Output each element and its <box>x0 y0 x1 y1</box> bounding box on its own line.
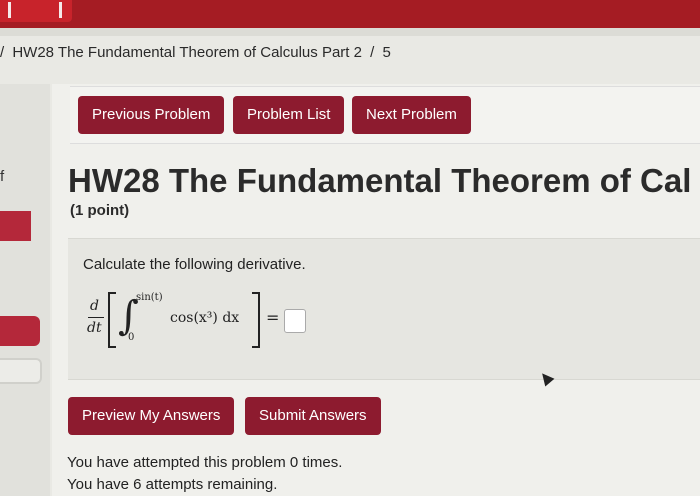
top-bar <box>0 0 700 28</box>
right-bracket <box>252 292 260 348</box>
fraction-bar <box>88 317 104 318</box>
sidebar-button-outline[interactable] <box>0 358 42 384</box>
upper-limit: sin(t) <box>136 292 163 303</box>
sidebar-letter: f <box>0 168 5 185</box>
math-dt: dt <box>87 320 102 336</box>
breadcrumb-problem-number: 5 <box>382 44 391 61</box>
attempts-made-text: You have attempted this problem 0 times. <box>67 454 343 471</box>
top-bar-gap <box>0 28 700 36</box>
university-logo[interactable] <box>0 0 72 22</box>
integrand: cos(x³) dx <box>170 310 240 326</box>
sidebar <box>0 84 50 496</box>
preview-answers-button[interactable]: Preview My Answers <box>68 397 235 435</box>
math-d: d <box>90 298 99 314</box>
derivative-expression: d dt ∫ sin(t) 0 cos(x³) dx = <box>86 292 286 352</box>
equals-sign: = <box>266 308 280 327</box>
next-problem-button[interactable]: Next Problem <box>352 96 471 134</box>
problem-points: (1 point) <box>70 202 130 219</box>
previous-problem-button[interactable]: Previous Problem <box>78 96 225 134</box>
sidebar-item-active[interactable] <box>0 211 31 241</box>
submit-answers-button[interactable]: Submit Answers <box>245 397 381 435</box>
breadcrumb-separator: / <box>370 44 375 61</box>
problem-list-button[interactable]: Problem List <box>233 96 345 134</box>
sidebar-button[interactable] <box>0 316 40 346</box>
logo-n-icon <box>8 2 62 18</box>
breadcrumb-separator: / <box>0 44 5 61</box>
lower-limit: 0 <box>128 332 135 343</box>
attempts-info: You have attempted this problem 0 times.… <box>67 452 342 496</box>
answer-input[interactable] <box>284 309 306 333</box>
page-title: HW28 The Fundamental Theorem of Cal <box>68 162 692 199</box>
attempts-remaining-text: You have 6 attempts remaining. <box>67 476 278 493</box>
breadcrumb: / HW28 The Fundamental Theorem of Calcul… <box>0 44 395 61</box>
breadcrumb-set-title[interactable]: HW28 The Fundamental Theorem of Calculus… <box>12 44 362 61</box>
left-bracket <box>108 292 116 348</box>
problem-instruction: Calculate the following derivative. <box>83 256 306 273</box>
